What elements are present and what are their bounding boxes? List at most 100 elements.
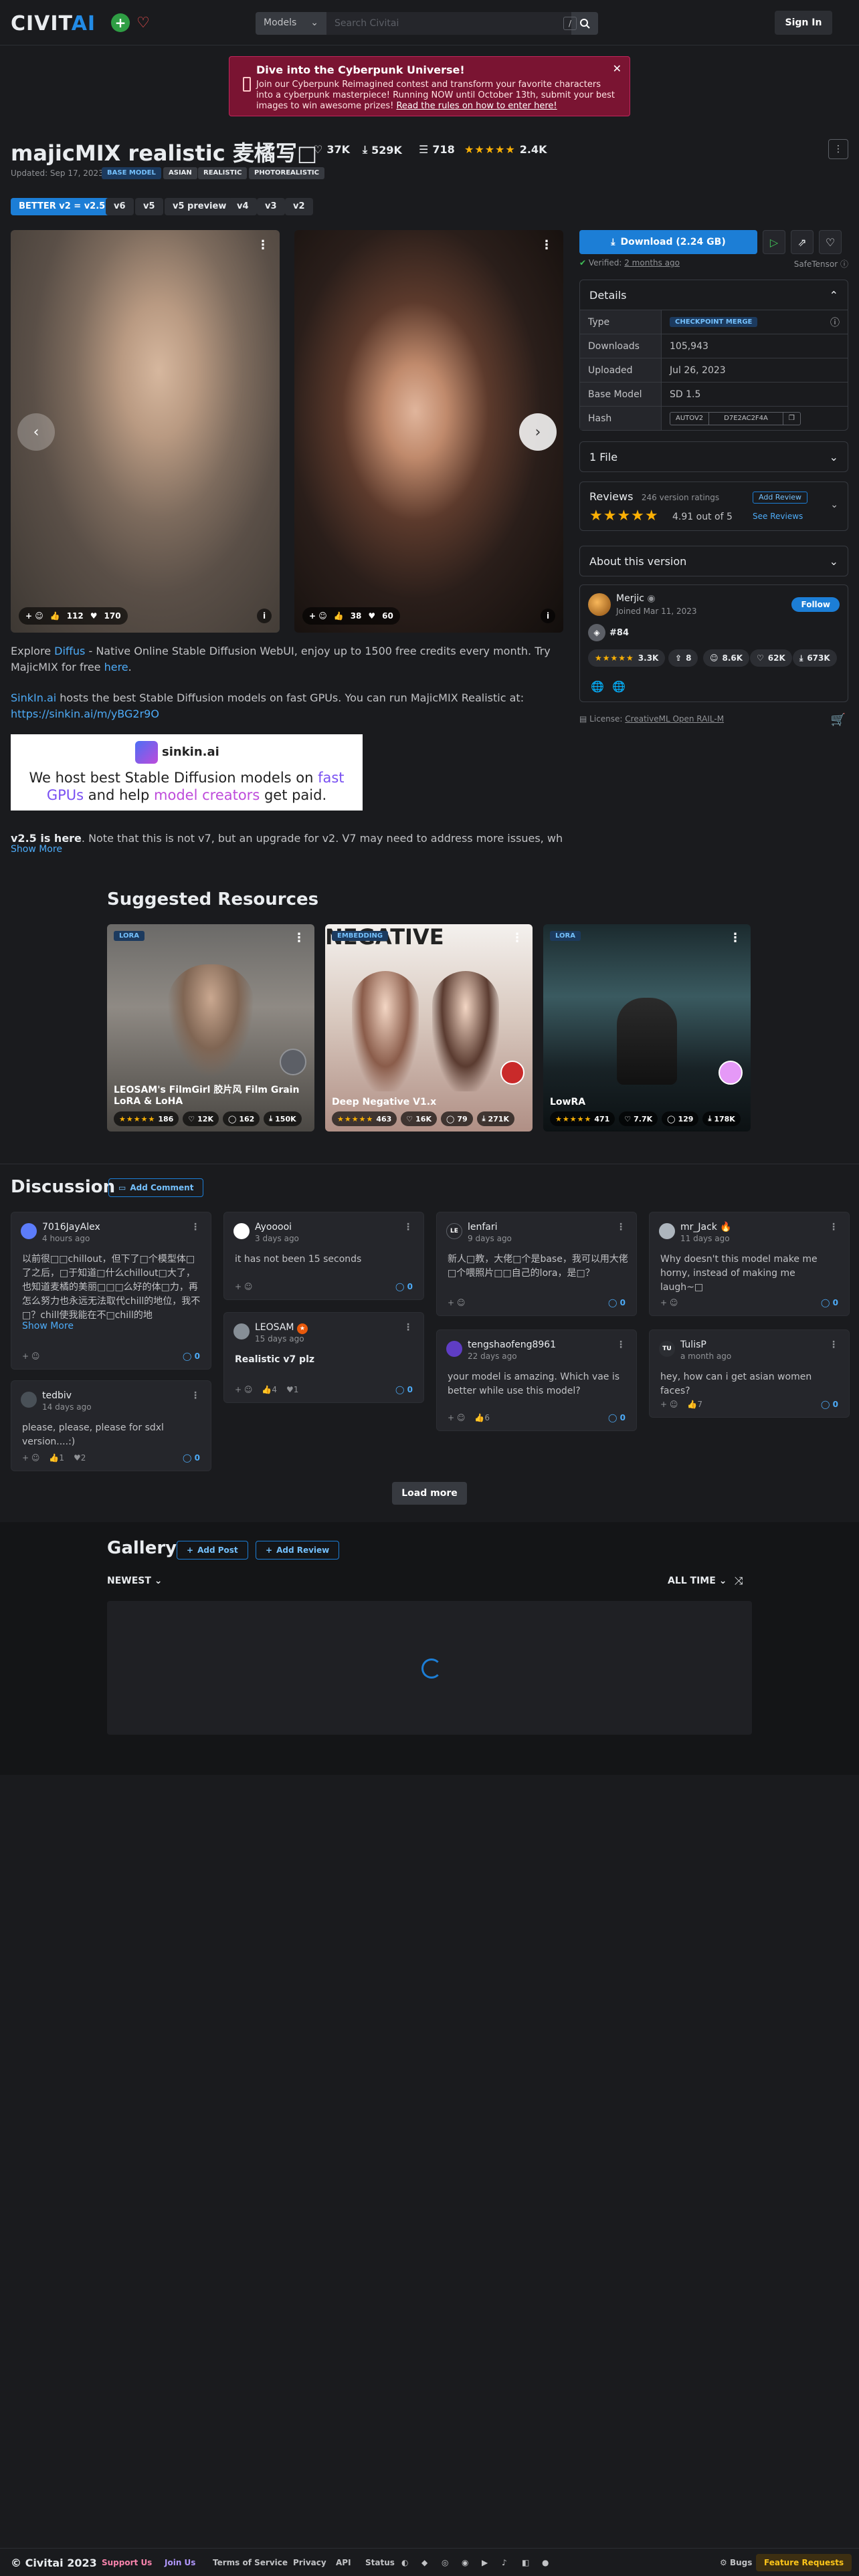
version-tab-v6[interactable]: v6	[106, 198, 134, 215]
version-tab-v5-preview[interactable]: v5 preview	[165, 198, 235, 215]
run-button[interactable]: ▷	[763, 230, 785, 254]
comment-options-icon[interactable]: ⋮	[616, 1222, 626, 1232]
verified-date-link[interactable]: 2 months ago	[624, 258, 680, 267]
version-tab-v2-5[interactable]: BETTER v2 = v2.5	[11, 198, 114, 215]
twitch-icon[interactable]: ◧	[522, 2558, 529, 2567]
add-review-button[interactable]: Add Review	[753, 492, 808, 504]
suggested-card[interactable]: LORA ⋮ LEOSAM's FilmGirl 胶片风 Film Grain …	[107, 924, 314, 1132]
creator-avatar[interactable]	[280, 1049, 306, 1075]
close-icon[interactable]: ✕	[613, 62, 622, 75]
discussion-card[interactable]: mr_Jack 🔥 11 days ago ⋮ Why doesn't this…	[649, 1212, 850, 1316]
period-dropdown[interactable]: ALL TIME ⌄	[668, 1576, 727, 1586]
rating-stat[interactable]: ★★★★★ 2.4K	[464, 143, 547, 156]
image-options-icon[interactable]: ⋮	[541, 238, 553, 252]
comment-reactions[interactable]: + ☺ 👍1 ♥2	[22, 1453, 86, 1463]
carousel-next-button[interactable]: ›	[519, 413, 557, 451]
version-tab-v4[interactable]: v4	[229, 198, 257, 215]
instagram-icon[interactable]: ◎	[442, 2558, 448, 2567]
comment-reactions[interactable]: + ☺ 👍4 ♥1	[235, 1385, 298, 1394]
discussion-card[interactable]: tengshaofeng8961 22 days ago ⋮ your mode…	[436, 1329, 637, 1431]
description-show-more[interactable]: Show More	[11, 844, 62, 855]
comment-options-icon[interactable]: ⋮	[829, 1339, 838, 1350]
comment-author[interactable]: Ayooooi	[255, 1222, 292, 1232]
suggested-card[interactable]: LORA ⋮ LowRA ★★★★★ 471 ♡ 7.7K ◯ 129 ⤓ 178K	[543, 924, 751, 1132]
carousel-prev-button[interactable]: ‹	[17, 413, 55, 451]
add-post-button[interactable]: + Add Post	[177, 1541, 248, 1560]
footer-link-terms[interactable]: Terms of Service	[213, 2558, 288, 2567]
here-link[interactable]: here	[104, 661, 128, 673]
discussion-card[interactable]: TU TulisP a month ago ⋮ hey, how can i g…	[649, 1329, 850, 1418]
discussion-card[interactable]: Ayooooi 3 days ago ⋮ it has not been 15 …	[223, 1212, 424, 1300]
comment-count[interactable]: ◯ 0	[395, 1282, 413, 1291]
globe-icon[interactable]: 🌐	[591, 680, 604, 693]
creator-name[interactable]: Merjic	[616, 593, 644, 604]
bugs-link[interactable]: ⚙ Bugs	[720, 2558, 752, 2567]
search-type-select[interactable]: Models ⌄	[256, 12, 326, 35]
comment-options-icon[interactable]: ⋮	[191, 1222, 200, 1232]
suggested-card[interactable]: NEGATIVE EMBEDDING ⋮ Deep Negative V1.x …	[325, 924, 533, 1132]
comment-count[interactable]: ◯ 0	[821, 1298, 838, 1307]
card-options-icon[interactable]: ⋮	[293, 931, 305, 945]
creator-avatar[interactable]	[588, 593, 611, 616]
about-header[interactable]: About this version ⌄	[580, 546, 848, 576]
more-options-button[interactable]: ⋮	[828, 139, 848, 159]
create-plus-icon[interactable]: +	[111, 13, 130, 32]
version-tab-v3[interactable]: v3	[257, 198, 285, 215]
footer-link-join[interactable]: Join Us	[165, 2558, 195, 2567]
comment-author[interactable]: lenfari	[468, 1222, 498, 1232]
search-input[interactable]	[326, 12, 571, 35]
cart-icon[interactable]: 🛒	[831, 713, 846, 727]
add-review-button[interactable]: + Add Review	[256, 1541, 340, 1560]
comment-options-icon[interactable]: ⋮	[829, 1222, 838, 1232]
sinkin-url-link[interactable]: https://sinkin.ai/m/yBG2r9O	[11, 708, 159, 720]
share-button[interactable]: ⇗	[791, 230, 814, 254]
comment-reactions[interactable]: + ☺ 👍7	[660, 1400, 702, 1409]
version-tab-v2[interactable]: v2	[285, 198, 313, 215]
comment-author[interactable]: mr_Jack	[680, 1222, 717, 1232]
creator-avatar[interactable]	[719, 1061, 743, 1085]
favorite-button[interactable]: ♡	[819, 230, 842, 254]
info-icon[interactable]: ⓘ	[830, 316, 840, 329]
files-header[interactable]: 1 File ⌄	[580, 442, 848, 471]
support-heart-icon[interactable]: ♡	[134, 13, 153, 32]
see-reviews-link[interactable]: See Reviews	[753, 512, 803, 521]
comment-count[interactable]: ◯ 0	[608, 1413, 626, 1422]
follow-button[interactable]: Follow	[791, 597, 840, 612]
footer-link-privacy[interactable]: Privacy	[293, 2558, 326, 2567]
globe-icon[interactable]: 🌐	[612, 680, 626, 693]
youtube-icon[interactable]: ▶	[482, 2558, 488, 2567]
download-button[interactable]: ⤓ Download (2.24 GB)	[579, 230, 757, 254]
comment-options-icon[interactable]: ⋮	[191, 1390, 200, 1401]
copy-icon[interactable]: ❐	[782, 412, 800, 425]
image-options-icon[interactable]: ⋮	[257, 238, 269, 252]
files-panel[interactable]: 1 File ⌄	[579, 441, 848, 472]
comment-options-icon[interactable]: ⋮	[616, 1339, 626, 1350]
comment-author[interactable]: TulisP	[680, 1339, 706, 1350]
discussion-card[interactable]: tedbiv 14 days ago ⋮ please, please, ple…	[11, 1380, 211, 1471]
info-icon[interactable]: i	[257, 609, 272, 623]
discord-icon[interactable]: ◐	[401, 2558, 408, 2567]
discussion-card[interactable]: LEOSAM ★ 15 days ago ⋮ Realistic v7 plz …	[223, 1312, 424, 1403]
footer-link-support[interactable]: Support Us	[102, 2558, 152, 2567]
badge-realistic[interactable]: REALISTIC	[198, 167, 248, 179]
comment-options-icon[interactable]: ⋮	[403, 1322, 413, 1333]
card-options-icon[interactable]: ⋮	[729, 931, 741, 945]
comment-reactions[interactable]: + ☺	[660, 1298, 678, 1307]
image-reactions[interactable]: + ☺ 👍 38 ♥ 60	[302, 607, 400, 625]
info-icon[interactable]: i	[541, 609, 555, 623]
comment-reactions[interactable]: + ☺	[235, 1282, 252, 1291]
creator-avatar[interactable]	[500, 1061, 524, 1085]
feature-requests-button[interactable]: Feature Requests	[756, 2554, 852, 2571]
badge-asian[interactable]: ASIAN	[163, 167, 197, 179]
badge-base-model[interactable]: BASE MODEL	[102, 167, 161, 179]
license-link[interactable]: CreativeML Open RAIL-M	[625, 714, 724, 724]
comment-reactions[interactable]: + ☺	[448, 1298, 465, 1307]
twitter-icon[interactable]: ◆	[421, 2558, 427, 2567]
footer-link-api[interactable]: API	[336, 2558, 351, 2567]
comment-options-icon[interactable]: ⋮	[403, 1222, 413, 1232]
comment-count[interactable]: ◯ 0	[183, 1453, 200, 1463]
card-options-icon[interactable]: ⋮	[511, 931, 523, 945]
civitai-logo[interactable]: CIVITAI	[11, 12, 96, 35]
diffus-link[interactable]: Diffus	[54, 645, 85, 657]
hash-copy[interactable]: AUTOV2 D7E2AC2F4A ❐	[670, 411, 801, 425]
